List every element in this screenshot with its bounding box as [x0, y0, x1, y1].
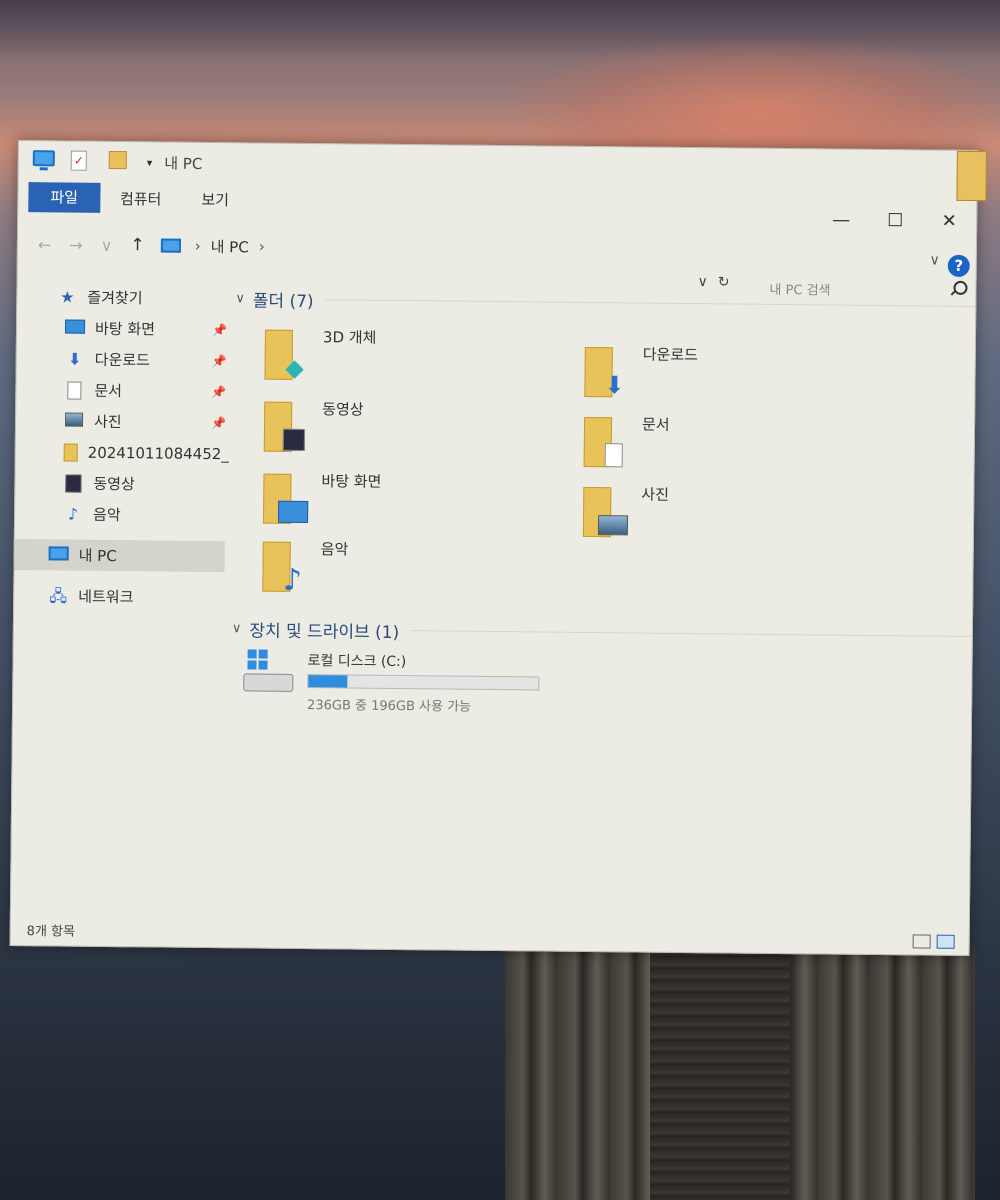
status-item-count: 8개 항목	[26, 924, 76, 940]
pin-icon[interactable]: 📌	[212, 323, 227, 337]
download-icon: ⬇	[67, 349, 82, 369]
folder-desktop[interactable]: 바탕 화면	[262, 470, 382, 527]
maximize-button[interactable]: ☐	[868, 206, 922, 237]
sidebar-item-label: 다운로드	[94, 350, 150, 370]
sidebar-item-label: 음악	[92, 505, 121, 525]
sidebar-item-this-pc[interactable]: 내 PC	[14, 538, 225, 573]
drive-usage-text: 236GB 중 196GB 사용 가능	[307, 698, 472, 715]
view-switcher	[912, 934, 955, 949]
sidebar-item-downloads[interactable]: ⬇ 다운로드 📌	[17, 343, 227, 376]
drive-usage-bar	[307, 674, 540, 691]
back-arrow-icon[interactable]: ←	[38, 235, 52, 254]
details-view-icon[interactable]	[912, 934, 931, 949]
folder-label: 문서	[641, 415, 670, 434]
breadcrumb-this-pc[interactable]: 내 PC	[211, 236, 249, 257]
download-icon: ⬇	[584, 343, 631, 399]
folder-label: 바탕 화면	[321, 472, 382, 491]
window-controls: — ☐ ✕	[814, 205, 976, 237]
up-arrow-icon[interactable]: ↑	[130, 235, 144, 255]
pin-icon[interactable]: 📌	[212, 354, 227, 368]
picture-icon	[582, 483, 630, 539]
sidebar-item-label: 사진	[93, 412, 122, 432]
video-icon	[63, 474, 83, 493]
music-icon: ♪	[262, 538, 309, 597]
drive-usage-fill	[308, 675, 348, 688]
sidebar-item-videos[interactable]: 동영상	[15, 467, 225, 500]
breadcrumb-chevron-icon[interactable]: ›	[259, 238, 265, 256]
drive-name: 로컬 디스크 (C:)	[307, 653, 407, 671]
folder-icon	[63, 442, 78, 462]
content-pane: ∨ 폴더 (7) ◆ 3D 개체 ⬇ 다운로드 동영상 문서 바탕 화면 사진 …	[229, 283, 976, 931]
desktop-icon	[64, 319, 86, 337]
document-icon	[583, 413, 631, 469]
folder-videos[interactable]: 동영상	[263, 398, 364, 455]
video-icon	[263, 398, 311, 454]
pin-icon[interactable]: 📌	[211, 385, 226, 399]
large-icons-view-icon[interactable]	[936, 934, 955, 949]
window-title: 내 PC	[164, 154, 203, 173]
sidebar-item-music[interactable]: ♪ 음악	[15, 498, 225, 531]
chevron-down-icon[interactable]: ∨	[235, 291, 245, 306]
folder-label: 동영상	[322, 400, 364, 419]
pin-icon[interactable]: 📌	[211, 416, 226, 430]
3d-objects-icon: ◆	[264, 326, 311, 382]
drive-info: 로컬 디스크 (C:) 236GB 중 196GB 사용 가능	[307, 650, 540, 715]
new-folder-icon[interactable]	[108, 150, 133, 173]
folder-documents[interactable]: 문서	[583, 413, 670, 470]
navigation-pane: ★ 즐겨찾기 바탕 화면 📌 ⬇ 다운로드 📌 문서 📌 사진 📌 202410…	[11, 281, 229, 903]
folders-grid: ◆ 3D 개체 ⬇ 다운로드 동영상 문서 바탕 화면 사진 ♪ 음악	[232, 313, 975, 641]
sidebar-item-network[interactable]: 🖧 네트워크	[14, 580, 224, 613]
tab-view[interactable]: 보기	[181, 188, 249, 210]
folder-music[interactable]: ♪ 음악	[262, 538, 349, 597]
tab-computer[interactable]: 컴퓨터	[100, 187, 182, 209]
star-icon: ★	[60, 286, 75, 307]
sidebar-item-desktop[interactable]: 바탕 화면 📌	[17, 312, 227, 345]
sidebar-item-label: 바탕 화면	[94, 319, 156, 339]
minimize-button[interactable]: —	[814, 205, 868, 236]
sidebar-item-label: 문서	[94, 381, 123, 401]
quick-access-toolbar-dropdown-icon[interactable]: ▾	[147, 156, 153, 169]
breadcrumb-chevron-icon[interactable]: ›	[195, 237, 201, 255]
folders-section-title: 폴더 (7)	[252, 290, 314, 312]
folder-label: 음악	[320, 540, 349, 559]
address-pc-icon	[160, 238, 181, 253]
sidebar-item-quick-access[interactable]: ★ 즐겨찾기	[17, 281, 227, 314]
picture-icon	[64, 412, 84, 430]
forward-arrow-icon[interactable]: →	[69, 235, 83, 254]
sidebar-item-pictures[interactable]: 사진 📌	[16, 405, 226, 438]
properties-icon[interactable]: ✓	[70, 150, 95, 173]
hard-drive-icon	[243, 649, 294, 692]
drive-c[interactable]: 로컬 디스크 (C:) 236GB 중 196GB 사용 가능	[243, 649, 972, 720]
this-pc-icon	[32, 150, 57, 172]
sidebar-item-label: 네트워크	[78, 587, 134, 607]
file-explorer-window: ✓ ▾ 내 PC 파일 컴퓨터 보기 — ☐ ✕ ∨ ? ← → ∨ ↑ › 내…	[9, 140, 987, 957]
wallpaper-dock-planks	[650, 945, 790, 1200]
folder-3d-objects[interactable]: ◆ 3D 개체	[264, 326, 377, 383]
desktop-icon	[262, 470, 310, 526]
folder-downloads[interactable]: ⬇ 다운로드	[584, 343, 698, 400]
tab-file[interactable]: 파일	[28, 182, 101, 213]
folder-label: 다운로드	[642, 345, 699, 365]
document-icon	[64, 381, 84, 400]
sidebar-item-folder[interactable]: 20241011084452_	[16, 436, 229, 469]
sidebar-item-label: 20241011084452_	[87, 443, 229, 463]
close-button[interactable]: ✕	[922, 206, 976, 237]
folder-pictures[interactable]: 사진	[582, 483, 670, 540]
sidebar-item-label: 내 PC	[78, 546, 117, 566]
recent-locations-icon[interactable]: ∨	[101, 235, 113, 254]
folder-label: 3D 개체	[322, 328, 377, 347]
sidebar-item-label: 즐겨찾기	[87, 288, 143, 308]
folder-label: 사진	[641, 485, 670, 504]
sidebar-item-documents[interactable]: 문서 📌	[16, 374, 226, 407]
music-icon: ♪	[67, 504, 79, 524]
network-icon: 🖧	[49, 585, 68, 606]
sidebar-item-label: 동영상	[93, 474, 135, 494]
this-pc-icon	[48, 545, 69, 564]
